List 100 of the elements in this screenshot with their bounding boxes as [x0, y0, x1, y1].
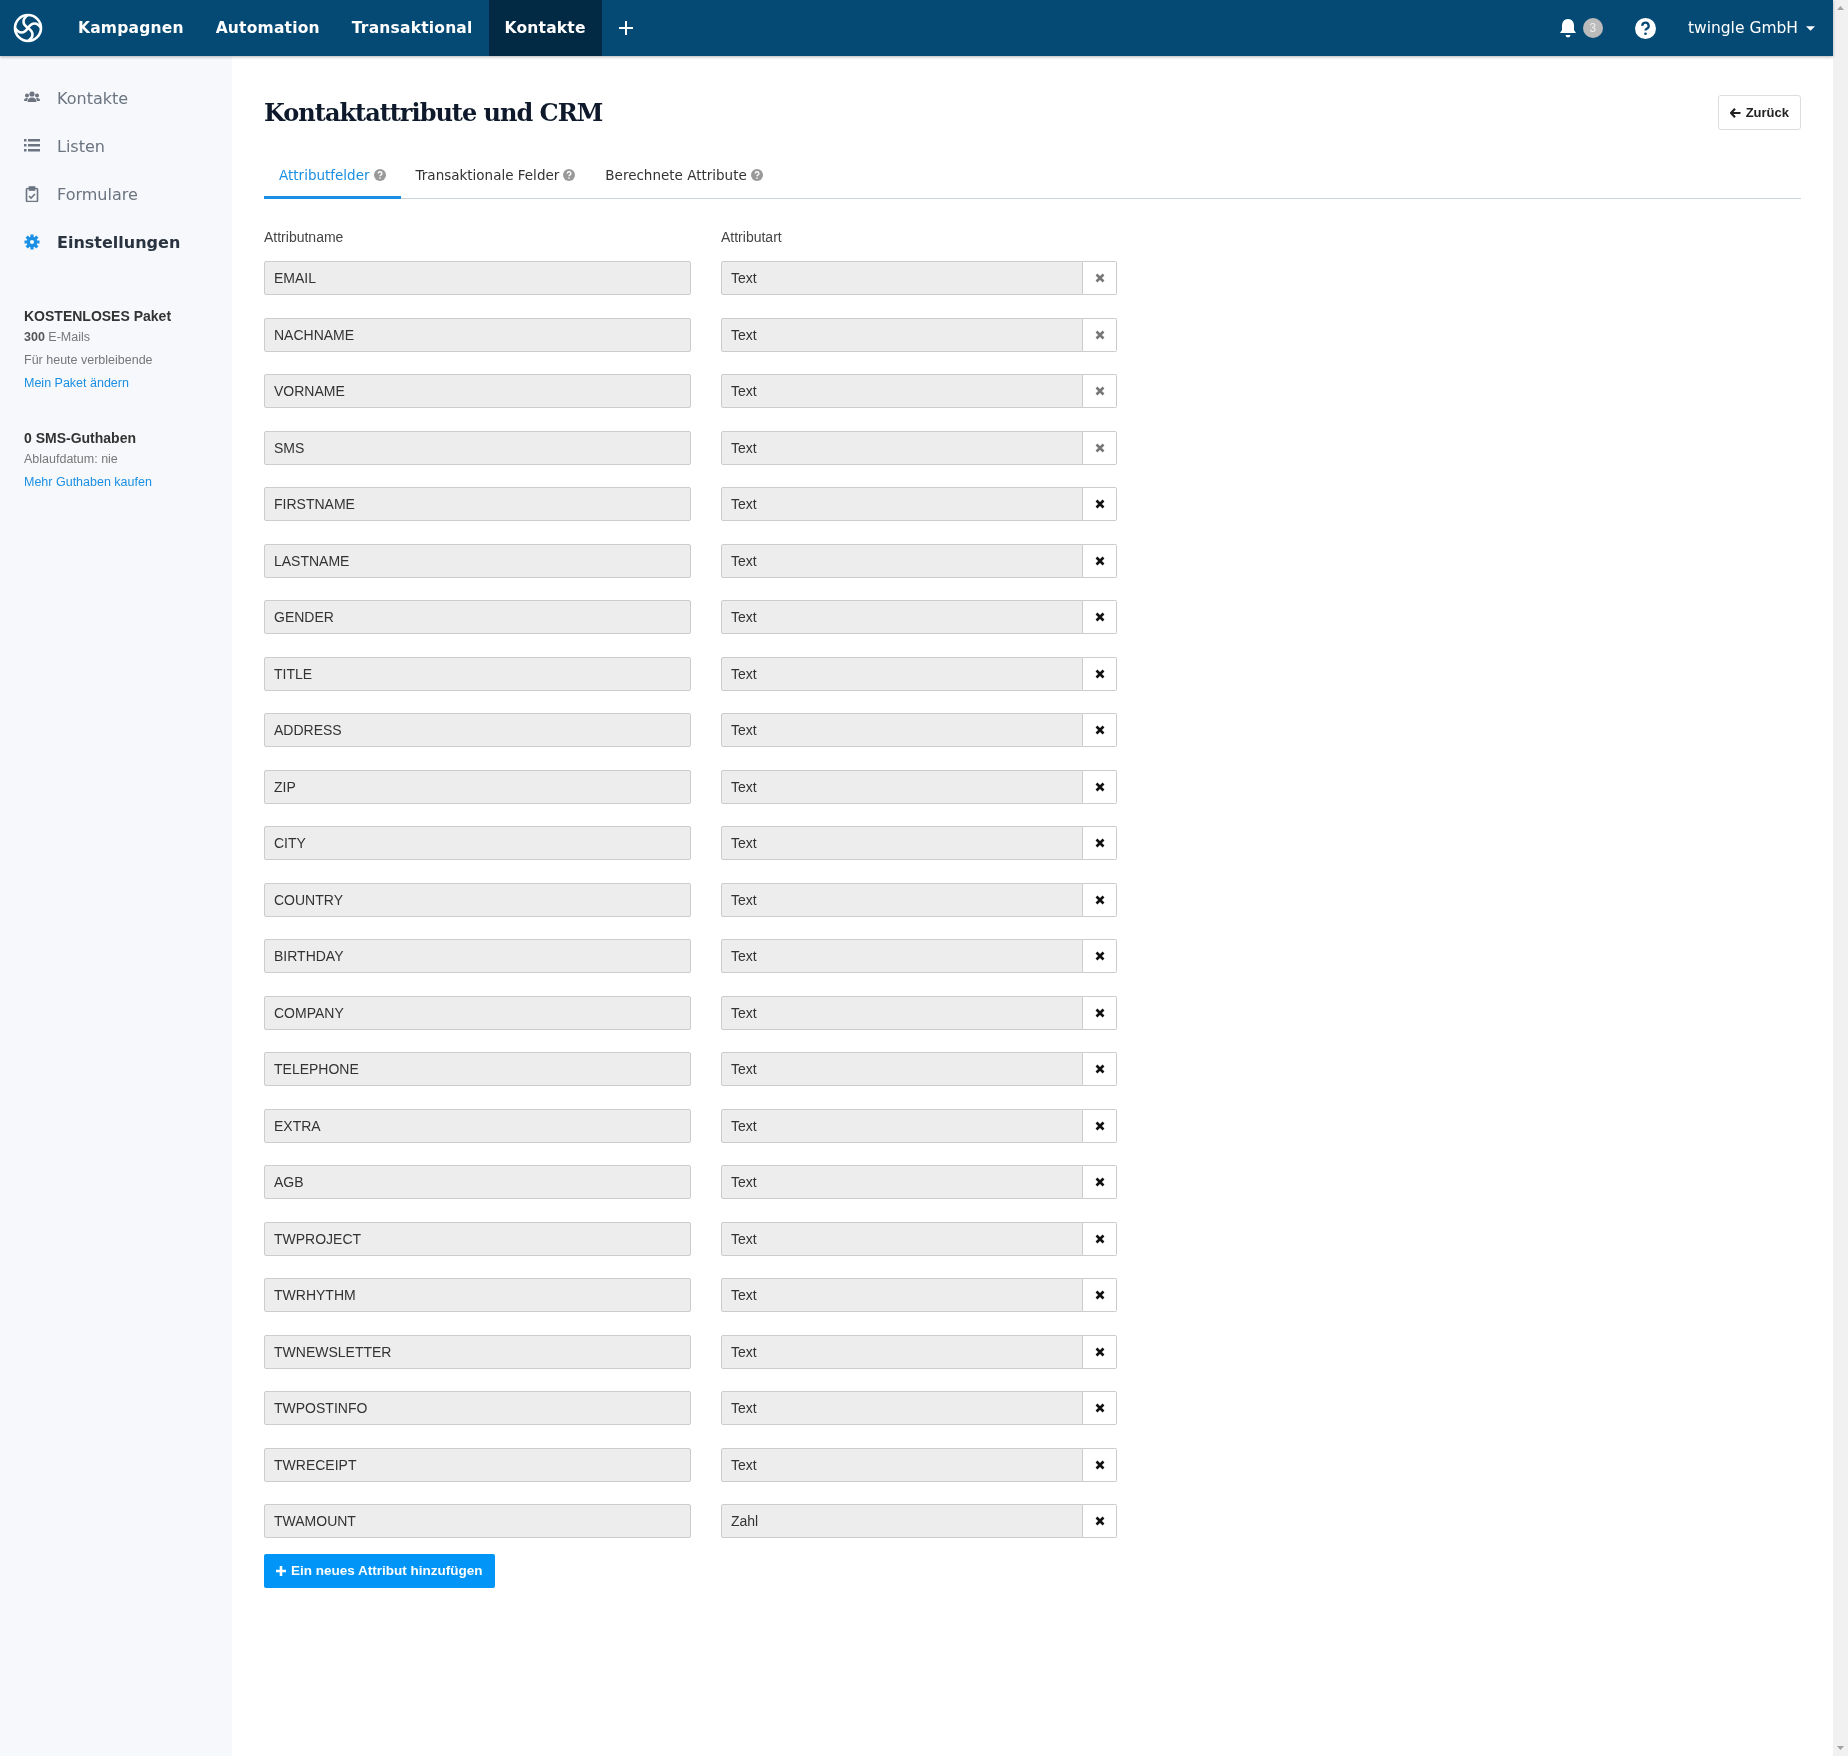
clipboard-icon: [24, 186, 40, 202]
attribute-name-field[interactable]: TWPROJECT: [264, 1221, 691, 1256]
delete-button[interactable]: [1083, 1165, 1117, 1199]
attribute-type-field[interactable]: Text: [721, 1221, 1083, 1256]
attribute-type-field[interactable]: Text: [721, 939, 1083, 973]
delete-button[interactable]: [1083, 713, 1117, 747]
close-icon: [1094, 1459, 1105, 1470]
caret-icon: [1806, 25, 1815, 31]
close-icon: [1094, 555, 1105, 566]
attribute-type-field[interactable]: Text: [721, 1108, 1083, 1143]
attribute-type-field[interactable]: Text: [721, 1165, 1083, 1199]
help-icon[interactable]: [1634, 17, 1656, 39]
attribute-type-field[interactable]: Text: [721, 1334, 1083, 1369]
delete-button[interactable]: [1083, 939, 1117, 973]
attribute-type-field[interactable]: Text: [721, 882, 1083, 917]
attribute-name-field[interactable]: TWAMOUNT: [264, 1504, 691, 1538]
attribute-type-field[interactable]: Text: [721, 543, 1083, 578]
attribute-type-field[interactable]: Zahl: [721, 1504, 1083, 1538]
close-icon: [1094, 1064, 1105, 1074]
help-icon: [750, 169, 763, 181]
attribute-type-field[interactable]: Text: [721, 1278, 1083, 1312]
account-menu[interactable]: twingle GmbH: [1667, 0, 1833, 56]
tab[interactable]: Attributfelder: [264, 154, 401, 199]
close-icon: [1094, 1177, 1105, 1187]
attribute-type-field[interactable]: Text: [721, 769, 1083, 804]
attribute-type-field[interactable]: Text: [721, 487, 1083, 521]
attribute-name-field[interactable]: TWPOSTINFO: [264, 1391, 691, 1425]
tab[interactable]: Transaktionale Felder: [400, 154, 591, 199]
delete-button[interactable]: [1083, 656, 1117, 691]
attribute-type-field[interactable]: Text: [721, 713, 1083, 747]
back-button[interactable]: Zurück: [1717, 95, 1801, 130]
tab[interactable]: Berechnete Attribute: [590, 154, 778, 199]
scrollbar[interactable]: [1833, 0, 1848, 1756]
nav-tab[interactable]: Kampagnen: [62, 0, 200, 56]
delete-button[interactable]: [1083, 769, 1117, 804]
column-label: Attributart: [721, 229, 782, 245]
close-icon: [1094, 329, 1105, 340]
sidebar-item[interactable]: Kontakte: [0, 74, 232, 122]
attribute-type-field[interactable]: Text: [721, 1391, 1083, 1425]
nav-tab[interactable]: Kontakte: [488, 0, 602, 56]
delete-button[interactable]: [1083, 1221, 1117, 1256]
close-icon: [1094, 1346, 1105, 1357]
attribute-name-field[interactable]: TWRHYTHM: [264, 1278, 691, 1312]
attribute-name-field[interactable]: ADDRESS: [264, 713, 691, 747]
delete-button[interactable]: [1083, 1447, 1117, 1482]
attribute-type-field[interactable]: Text: [721, 1447, 1083, 1482]
attribute-type-field[interactable]: Text: [721, 1052, 1083, 1086]
attribute-type-field[interactable]: Text: [721, 656, 1083, 691]
delete-button[interactable]: [1083, 882, 1117, 917]
delete-button[interactable]: [1083, 1391, 1117, 1425]
plus-icon[interactable]: [617, 20, 634, 36]
attribute-name-field[interactable]: CITY: [264, 826, 691, 860]
delete-button[interactable]: [1083, 487, 1117, 521]
delete-button[interactable]: [1083, 826, 1117, 860]
quota-note: Für heute verbleibende: [24, 353, 154, 367]
attribute-name-field[interactable]: COMPANY: [264, 995, 691, 1030]
close-icon: [1094, 668, 1105, 679]
attribute-name-field[interactable]: TWNEWSLETTER: [264, 1334, 691, 1369]
attribute-name-field[interactable]: GENDER: [264, 600, 691, 634]
sidebar-item[interactable]: Formulare: [0, 170, 232, 218]
close-icon: [1094, 1403, 1105, 1413]
close-icon: [1094, 1233, 1105, 1244]
column-label: Attributname: [264, 229, 344, 245]
attribute-type-field[interactable]: Text: [721, 995, 1083, 1030]
help-icon: [563, 169, 576, 181]
close-icon: [1094, 442, 1105, 453]
close-icon: [1094, 273, 1105, 283]
attribute-name-field[interactable]: AGB: [264, 1165, 691, 1199]
attribute-name-field[interactable]: LASTNAME: [264, 543, 691, 578]
attribute-name-field[interactable]: TITLE: [264, 656, 691, 691]
nav-tab[interactable]: Automation: [199, 0, 336, 56]
sms-credit-title: 0 SMS-Guthaben: [24, 430, 137, 446]
bell-icon[interactable]: [1558, 18, 1577, 38]
delete-button[interactable]: [1083, 1334, 1117, 1369]
attribute-type-field[interactable]: Text: [721, 600, 1083, 634]
delete-button[interactable]: [1083, 1052, 1117, 1086]
delete-button[interactable]: [1083, 543, 1117, 578]
close-icon: [1094, 1120, 1105, 1131]
delete-button[interactable]: [1083, 1504, 1117, 1538]
attribute-name-field[interactable]: EXTRA: [264, 1108, 691, 1143]
expiry-date: Ablaufdatum: nie: [24, 452, 119, 466]
arrow-left-icon: [1729, 107, 1741, 118]
close-icon: [1094, 838, 1105, 848]
sidebar-item[interactable]: Einstellungen: [0, 218, 232, 266]
delete-button[interactable]: [1083, 1278, 1117, 1312]
delete-button[interactable]: [1083, 600, 1117, 634]
attribute-name-field[interactable]: COUNTRY: [264, 882, 691, 917]
list-icon: [24, 138, 40, 154]
email-quota: 300 E-Mails: [24, 330, 91, 344]
attribute-name-field[interactable]: ZIP: [264, 769, 691, 804]
nav-tab[interactable]: Transaktional: [335, 0, 489, 56]
attribute-name-field[interactable]: FIRSTNAME: [264, 487, 691, 521]
attribute-name-field[interactable]: BIRTHDAY: [264, 939, 691, 973]
sidebar-item[interactable]: Listen: [0, 122, 232, 170]
attribute-name-field[interactable]: TELEPHONE: [264, 1052, 691, 1086]
attribute-type-field[interactable]: Text: [721, 826, 1083, 860]
delete-button[interactable]: [1083, 995, 1117, 1030]
delete-button[interactable]: [1083, 1108, 1117, 1143]
settings-icon: [24, 234, 40, 250]
attribute-name-field[interactable]: TWRECEIPT: [264, 1447, 691, 1482]
